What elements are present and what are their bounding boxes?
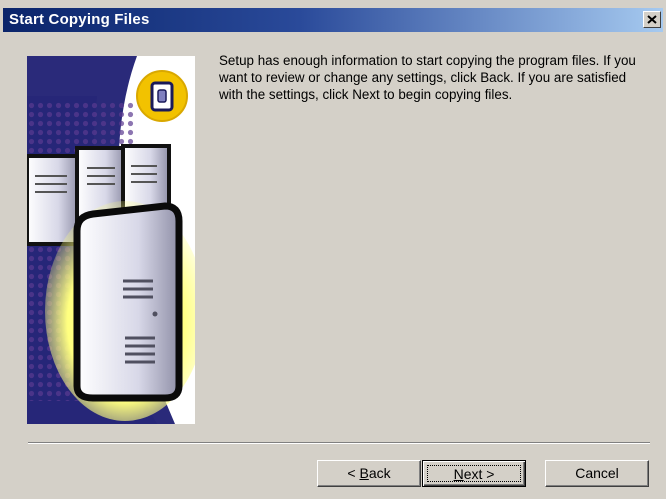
servers-illustration <box>27 56 195 424</box>
focus-rectangle: Next > <box>427 465 521 482</box>
title-bar[interactable]: Start Copying Files <box>3 8 663 32</box>
back-button[interactable]: < Back <box>317 460 421 487</box>
next-mnemonic: N <box>453 466 464 482</box>
cancel-button[interactable]: Cancel <box>545 460 649 487</box>
close-icon <box>647 15 657 24</box>
close-button[interactable] <box>643 11 661 28</box>
back-label-rest: ack <box>368 465 391 481</box>
separator-line <box>28 442 650 444</box>
next-button[interactable]: Next > <box>422 460 526 487</box>
window-title: Start Copying Files <box>9 11 150 28</box>
description-text: Setup has enough information to start co… <box>219 53 636 102</box>
next-label-rest: ext > <box>463 466 495 482</box>
setup-illustration <box>27 56 195 424</box>
back-prefix: < <box>347 465 360 481</box>
setup-description: Setup has enough information to start co… <box>219 52 649 103</box>
setup-dialog: Start Copying Files Setup has enough inf… <box>0 0 666 499</box>
database-icon <box>150 81 174 112</box>
back-mnemonic: B <box>359 465 369 481</box>
cancel-label: Cancel <box>575 465 619 481</box>
